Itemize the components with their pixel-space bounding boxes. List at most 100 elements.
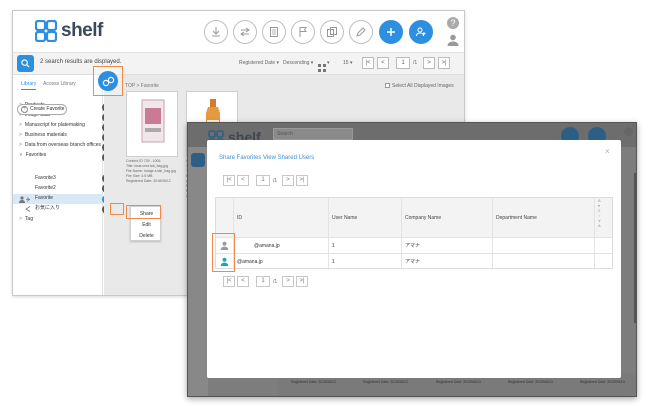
sort-order-select[interactable]: Descending ▾ xyxy=(283,60,313,66)
first-page-button[interactable]: |< xyxy=(223,276,235,287)
row-id: @amana.jp xyxy=(234,254,329,270)
last-page-button[interactable]: >| xyxy=(438,57,450,69)
column-header-department-name[interactable]: Department Name xyxy=(493,198,595,237)
column-header-id[interactable]: ID xyxy=(234,198,329,237)
download-button[interactable] xyxy=(204,20,228,44)
search-input[interactable]: Search xyxy=(273,128,353,140)
bottom-card: File Size: 11.7 MB Registered Date: 2019… xyxy=(508,375,553,384)
pencil-icon xyxy=(356,27,366,37)
prev-page-button[interactable]: < xyxy=(237,175,249,186)
plus-icon: + xyxy=(21,106,28,113)
page-total: /1 xyxy=(273,178,278,184)
tree-item-manuscript[interactable]: > Manuscript for platemaking xyxy=(19,121,109,130)
last-page-button[interactable]: >| xyxy=(296,276,308,287)
download-icon xyxy=(212,27,220,37)
page-input[interactable]: 1 xyxy=(256,276,270,287)
shared-users-table: ID User Name Company Name Department Nam… xyxy=(215,197,613,270)
shared-user-icon xyxy=(19,196,30,203)
next-page-button[interactable]: > xyxy=(423,57,435,69)
tab-library[interactable]: Library xyxy=(21,81,37,90)
search-icon xyxy=(21,59,30,68)
create-favorite-button[interactable]: + Create Favorite xyxy=(17,104,67,115)
search-button[interactable] xyxy=(17,55,34,72)
row-department-name xyxy=(493,238,595,254)
select-all-label: Select All Displayed Images xyxy=(392,83,454,89)
user-add-button[interactable] xyxy=(409,20,433,44)
favorite-menu-highlight xyxy=(110,203,124,215)
menu-item-delete[interactable]: Delete xyxy=(131,231,162,241)
user-account-icon[interactable] xyxy=(446,33,460,47)
document-icon xyxy=(270,27,278,37)
column-header-company-name[interactable]: Company Name xyxy=(402,198,493,237)
help-icon[interactable] xyxy=(624,127,633,136)
column-header-icon xyxy=(216,198,234,237)
help-icon[interactable]: ? xyxy=(447,17,459,29)
share-link-icon xyxy=(25,206,31,212)
row-company-name: アマナ xyxy=(402,254,493,270)
flag-icon xyxy=(299,27,307,37)
table-row[interactable]: @amana.jp 1 アマナ xyxy=(216,253,612,270)
row-department-name xyxy=(493,254,595,270)
logo-text: shelf xyxy=(61,20,103,41)
sort-indicator[interactable]: A ▾ Z ↕ ∨ A xyxy=(598,198,604,228)
tab-access-library[interactable]: Access Library xyxy=(43,81,76,89)
page-total: /1 xyxy=(413,60,418,66)
user-plus-icon xyxy=(416,27,426,37)
plus-icon xyxy=(387,28,395,36)
page-total: /1 xyxy=(273,279,278,285)
product-bag-image xyxy=(141,99,165,143)
edit-button[interactable] xyxy=(349,20,373,44)
share-favorites-button[interactable] xyxy=(98,71,118,91)
search-icon[interactable] xyxy=(191,153,205,167)
next-page-button[interactable]: > xyxy=(282,175,294,186)
tree-item-tag[interactable]: > Tag xyxy=(19,215,109,224)
thumbnail-card[interactable] xyxy=(126,91,178,157)
user-icon-column-highlight xyxy=(212,233,235,272)
table-row[interactable]: @amana.jp 1 アマナ xyxy=(216,237,612,254)
add-button[interactable] xyxy=(379,20,403,44)
sort-field-select[interactable]: Registered Date ▾ xyxy=(239,60,279,66)
row-user-name: 1 xyxy=(329,238,402,254)
copy-button[interactable] xyxy=(320,20,344,44)
modal-title: Share Favorites View Shared Users xyxy=(219,155,315,161)
page-input[interactable]: 1 xyxy=(256,175,270,186)
share-link-icon xyxy=(102,76,114,86)
screenshot-stage: shelf ? 2 search results are displayed. … xyxy=(0,0,650,406)
bottom-card: File Size: 11.7 MB Registered Date: 2019… xyxy=(436,375,481,384)
last-page-button[interactable]: >| xyxy=(296,175,308,186)
bottom-card: File Size: 11.7 MB Registered Date: 2019… xyxy=(363,375,408,384)
page-input[interactable]: 1 xyxy=(396,57,410,69)
bottom-card: File Size: 11.7 MB Registered Date: 2019… xyxy=(580,375,625,384)
scrollbar[interactable] xyxy=(634,173,636,323)
tree-item-favorites[interactable]: ∨ Favorites xyxy=(19,151,109,160)
first-page-button[interactable]: |< xyxy=(362,57,374,69)
next-page-button[interactable]: > xyxy=(282,276,294,287)
search-bar: 2 search results are displayed. Register… xyxy=(13,53,464,75)
prev-page-button[interactable]: < xyxy=(377,57,389,69)
top-toolbar: shelf ? xyxy=(13,11,464,53)
shelf-logo-icon xyxy=(35,20,57,42)
tree-item-overseas-data[interactable]: > Data from overseas branch offices xyxy=(19,141,109,150)
select-all-checkbox[interactable] xyxy=(385,83,390,88)
tree-item-business-materials[interactable]: > Business materials xyxy=(19,131,109,140)
row-company-name: アマナ xyxy=(402,238,493,254)
transfer-icon xyxy=(240,27,250,37)
thumbnail-meta-1: Content ID 739 - 1006 Title: heat-vest.t… xyxy=(126,159,176,183)
view-mode-select[interactable]: ▾ xyxy=(327,60,330,66)
column-header-user-name[interactable]: User Name xyxy=(329,198,402,237)
search-results-count: 2 search results are displayed. xyxy=(40,59,122,65)
sidebar-dimmed xyxy=(188,147,208,396)
menu-item-edit[interactable]: Edit xyxy=(131,220,162,230)
shared-users-modal: Share Favorites View Shared Users × |< <… xyxy=(207,140,621,378)
flag-button[interactable] xyxy=(291,20,315,44)
first-page-button[interactable]: |< xyxy=(223,175,235,186)
per-page-select[interactable]: 15 ▾ xyxy=(343,60,352,66)
move-button[interactable] xyxy=(233,20,257,44)
bottom-card: File Size: 11.7 MB Registered Date: 2019… xyxy=(291,375,336,384)
close-icon[interactable]: × xyxy=(605,147,610,156)
document-button[interactable] xyxy=(262,20,286,44)
grid-view-icon[interactable] xyxy=(318,59,326,72)
row-user-name: 1 xyxy=(329,254,402,270)
row-id: @amana.jp xyxy=(234,238,329,254)
prev-page-button[interactable]: < xyxy=(237,276,249,287)
